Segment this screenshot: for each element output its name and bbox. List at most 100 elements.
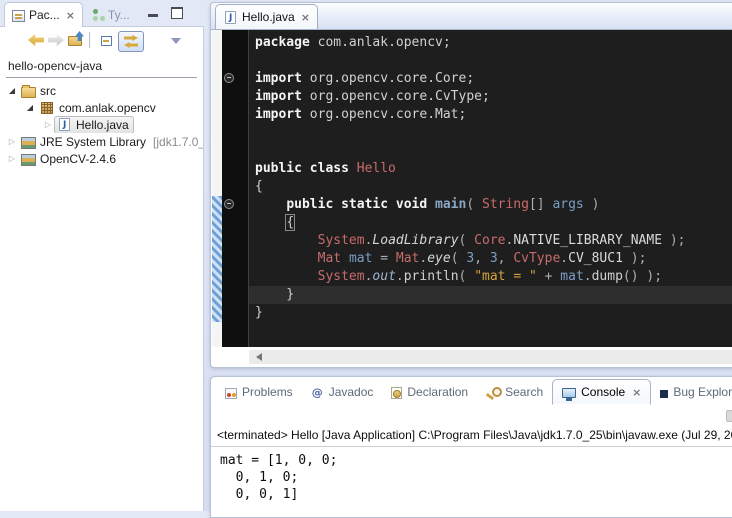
annotation-ruler[interactable] (212, 30, 222, 347)
tree-item-label: com.anlak.opencv (59, 101, 156, 115)
console-view-icon (562, 388, 576, 398)
code-line-11[interactable]: { (249, 214, 732, 232)
back-arrow-icon[interactable] (28, 34, 44, 46)
tree-item-detail: [jdk1.7.0_25] (153, 135, 203, 149)
fold-collapse-icon[interactable] (224, 73, 234, 83)
code-line-5[interactable]: import org.opencv.core.Mat; (249, 106, 732, 124)
left-view-tabs: Pac...× Ty... (4, 2, 137, 27)
close-icon[interactable]: × (66, 10, 75, 21)
view-menu-icon[interactable] (171, 38, 181, 44)
javadoc-icon (311, 385, 324, 399)
tree-item-label: OpenCV-2.4.6 (40, 152, 116, 166)
expanded-arrow-icon[interactable]: ◢ (6, 86, 18, 95)
close-icon[interactable]: × (301, 12, 310, 23)
code-line-12[interactable]: System.LoadLibrary( Core.NATIVE_LIBRARY_… (249, 232, 732, 250)
editor-content: package com.anlak.opencv; import org.open… (212, 30, 732, 347)
console-process-header: <terminated> Hello [Java Application] C:… (211, 426, 732, 447)
bottom-tab-label: Javadoc (329, 385, 374, 399)
tree-item-src[interactable]: ◢ src (0, 82, 203, 99)
declaration-icon (391, 387, 402, 399)
collapsed-arrow-icon[interactable]: ▷ (6, 137, 18, 146)
bottom-tab-label: Console (581, 385, 625, 399)
code-line-6[interactable] (249, 124, 732, 142)
code-line-9[interactable]: { (249, 178, 732, 196)
code-line-4[interactable]: import org.opencv.core.CvType; (249, 88, 732, 106)
tree-item-com-anlak-opencv[interactable]: ◢ com.anlak.opencv (0, 99, 203, 116)
tree-item-label: src (40, 84, 56, 98)
console-output-line: mat = [1, 0, 0; (220, 452, 732, 469)
code-line-3[interactable]: import org.opencv.core.Core; (249, 70, 732, 88)
editor-panel: Hello.java × package com.anlak.opencv; im… (210, 2, 732, 368)
divider (6, 77, 197, 78)
java-file-icon (225, 11, 236, 24)
collapse-all-icon[interactable] (101, 36, 112, 46)
code-line-13[interactable]: Mat mat = Mat.eye( 3, 3, CvType.CV_8UC1 … (249, 250, 732, 268)
bottom-tab-declaration[interactable]: Declaration (382, 379, 477, 405)
code-line-2[interactable] (249, 52, 732, 70)
code-line-15[interactable]: } (249, 286, 732, 304)
tree-item-label: JRE System Library (40, 135, 146, 149)
console-panel: Problems Javadoc Declaration Search Console ×… (210, 376, 732, 518)
link-with-editor-icon (123, 35, 139, 48)
project-tree: ◢src◢com.anlak.opencv▷Hello.java▷JRE Sys… (0, 80, 203, 167)
console-output-line: 0, 1, 0; (220, 469, 732, 486)
bug-icon (660, 390, 668, 398)
search-icon (486, 386, 500, 400)
bottom-tab-label: Declaration (407, 385, 468, 399)
tree-item-opencv-2-4-6[interactable]: ▷ OpenCV-2.4.6 (0, 150, 203, 167)
bottom-tab-label: Problems (242, 385, 293, 399)
bottom-tab-label: Bug Explorer (673, 385, 732, 399)
bottom-view-tabs: Problems Javadoc Declaration Search Console ×… (211, 377, 732, 405)
folding-gutter[interactable] (222, 30, 249, 347)
tree-item-body[interactable]: OpenCV-2.4.6 (18, 150, 121, 167)
code-line-16[interactable]: } (249, 304, 732, 322)
view-tab-label: Ty... (108, 8, 130, 22)
view-tab-ty[interactable]: Ty... (83, 2, 137, 27)
horizontal-scrollbar[interactable] (249, 350, 732, 364)
code-line-14[interactable]: System.out.println( "mat = " + mat.dump(… (249, 268, 732, 286)
package-folder-icon (21, 87, 36, 98)
bottom-tab-console[interactable]: Console × (552, 379, 651, 405)
package-explorer-panel: hello-opencv-java ◢src◢com.anlak.opencv▷… (0, 26, 204, 511)
project-label[interactable]: hello-opencv-java (0, 55, 203, 75)
code-line-10[interactable]: public static void main( String[] args ) (249, 196, 732, 214)
library-icon (21, 137, 36, 149)
view-tab-pac[interactable]: Pac...× (4, 2, 83, 27)
console-output[interactable]: mat = [1, 0, 0; 0, 1, 0; 0, 0, 1] (211, 447, 732, 503)
tree-item-hello-java[interactable]: ▷ Hello.java (0, 116, 203, 133)
console-toolbar-button[interactable] (726, 410, 732, 422)
tree-item-body[interactable]: com.anlak.opencv (36, 99, 161, 116)
link-with-editor-button[interactable] (118, 31, 144, 52)
expanded-arrow-icon[interactable]: ◢ (24, 103, 36, 112)
tree-item-body[interactable]: src (18, 82, 61, 99)
collapsed-arrow-icon[interactable]: ▷ (6, 154, 18, 163)
scroll-left-arrow-icon[interactable] (252, 353, 262, 361)
java-file-icon (59, 118, 70, 131)
close-icon[interactable]: × (632, 387, 641, 398)
editor-tab-hello-java[interactable]: Hello.java × (215, 4, 318, 29)
bottom-tab-bug-explorer[interactable]: Bug Explorer (651, 379, 732, 405)
type-hierarchy-icon (90, 8, 104, 22)
collapsed-arrow-icon[interactable]: ▷ (42, 120, 54, 129)
problems-icon (225, 388, 237, 399)
code-area[interactable]: package com.anlak.opencv; import org.open… (249, 30, 732, 347)
code-line-8[interactable]: public class Hello (249, 160, 732, 178)
tree-item-jre-system-library[interactable]: ▷ JRE System Library [jdk1.7.0_25] (0, 133, 203, 150)
editor-tab-strip: Hello.java × (211, 3, 732, 30)
tree-item-body[interactable]: Hello.java (54, 116, 134, 133)
separator-icon (89, 32, 90, 48)
minimize-icon[interactable] (148, 14, 158, 17)
bottom-tab-label: Search (505, 385, 543, 399)
tree-item-body[interactable]: JRE System Library [jdk1.7.0_25] (18, 133, 203, 150)
bottom-tab-search[interactable]: Search (477, 379, 552, 405)
up-folder-icon[interactable] (68, 36, 82, 46)
package-explorer-icon (12, 10, 25, 22)
fold-collapse-icon[interactable] (224, 199, 234, 209)
bottom-tab-javadoc[interactable]: Javadoc (302, 379, 383, 405)
code-line-1[interactable]: package com.anlak.opencv; (249, 34, 732, 52)
bottom-tab-problems[interactable]: Problems (216, 379, 302, 405)
tree-item-label: Hello.java (76, 118, 129, 132)
forward-arrow-icon[interactable] (48, 34, 64, 46)
code-line-7[interactable] (249, 142, 732, 160)
maximize-icon[interactable] (171, 7, 183, 19)
